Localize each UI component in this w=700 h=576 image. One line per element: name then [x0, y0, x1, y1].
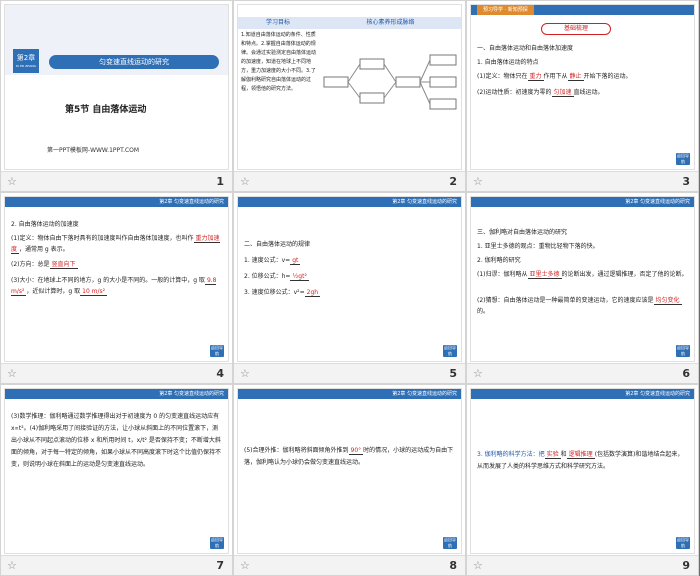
- displacement-formula: 2. 位移公式：h= ½gt²: [244, 273, 309, 281]
- velocity-displacement-formula: 3. 速度位移公式：v²= 2gh: [244, 289, 321, 297]
- magnitude-text: (3)大小：在地球上不同的地方，g 的大小是不同的。一般的计算中，g 取 9.8 …: [11, 277, 217, 296]
- slide-header-bar: 第2章 匀变速直线运动的研究: [5, 197, 228, 207]
- col-core-header: 核心素养形成脉络: [318, 17, 461, 29]
- section-title: 第5节 自由落体运动: [65, 105, 147, 115]
- slide-4: 第2章 匀变速直线运动的研究 2. 自由落体运动的加速度 (1)定义：物体自由下…: [4, 196, 229, 362]
- star-icon[interactable]: ☆: [473, 367, 483, 380]
- slide-header-bar: 第2章 匀变速直线运动的研究: [238, 197, 461, 207]
- star-icon[interactable]: ☆: [473, 559, 483, 572]
- slide-thumb-8[interactable]: 第2章 匀变速直线运动的研究 (5)合理外推：伽利略将斜面倾角外推到 90° 时的情…: [233, 384, 466, 576]
- star-icon[interactable]: ☆: [473, 175, 483, 188]
- slide-thumb-7[interactable]: 第2章 匀变速直线运动的研究 (3)数学推理：伽利略通过数学推理得出对于初速度为…: [0, 384, 233, 576]
- back-nav-button[interactable]: 返回导航: [210, 537, 224, 549]
- back-nav-button[interactable]: 返回导航: [443, 345, 457, 357]
- definition-text: (1)定义：物体自由下落时具有的加速度叫作自由落体加速度，也叫作 重力加速度 ，通常…: [11, 235, 220, 254]
- goals-text: 1.知道自由落体运动的条件、性质和特点。2.掌握自由落体运动的规律。会通过实验测…: [241, 32, 317, 92]
- slide-thumb-4[interactable]: 第2章 匀变速直线运动的研究 2. 自由落体运动的加速度 (1)定义：物体自由下…: [0, 192, 233, 384]
- caption: ☆ 7: [1, 555, 232, 575]
- slide-thumb-6[interactable]: 第2章 匀变速直线运动的研究 三、伽利略对自由落体运动的研究 1. 亚里士多德的…: [466, 192, 699, 384]
- slide-number: 2: [449, 175, 457, 188]
- property-line: (2)运动性质：初速度为零的 匀加速 直线运动。: [477, 89, 604, 97]
- chapter-title: 匀变速直线运动的研究: [49, 55, 219, 69]
- aristotle-view: 1. 亚里士多德的观点：重物比轻物下落的快。: [477, 243, 599, 250]
- star-icon[interactable]: ☆: [240, 175, 250, 188]
- caption: ☆ 8: [234, 555, 465, 575]
- basics-heading: 基础梳理: [541, 23, 611, 35]
- caption: ☆ 5: [234, 363, 465, 383]
- caption: ☆ 4: [1, 363, 232, 383]
- star-icon[interactable]: ☆: [7, 559, 17, 572]
- slide-number: 4: [216, 367, 224, 380]
- reductio-text: (1)归谬：伽利略从 亚里士多德 的论断出发，通过逻辑推理，否定了他的论断。: [477, 271, 688, 279]
- slide-6: 第2章 匀变速直线运动的研究 三、伽利略对自由落体运动的研究 1. 亚里士多德的…: [470, 196, 695, 362]
- slide-thumb-3[interactable]: 预习导学 · 新知预探 基础梳理 一、自由落体运动和自由落体加速度 1. 自由落…: [466, 0, 699, 192]
- star-icon[interactable]: ☆: [7, 367, 17, 380]
- slide-header-bar: 第2章 匀变速直线运动的研究: [471, 389, 694, 399]
- sub-heading: 二、自由落体运动的规律: [244, 241, 311, 248]
- back-nav-button[interactable]: 返回导航: [443, 537, 457, 549]
- footer-text: 第一PPT模板网-WWW.1PPT.COM: [47, 147, 140, 154]
- direction-text: (2)方向：总是 竖直向下: [11, 261, 78, 269]
- slide-number: 3: [682, 175, 690, 188]
- star-icon[interactable]: ☆: [7, 175, 17, 188]
- back-nav-button[interactable]: 返回导航: [676, 345, 690, 357]
- slide-2: 学习目标 核心素养形成脉络 1.知道自由落体运动的条件、性质和特点。2.掌握自由…: [237, 4, 462, 170]
- slide-grid: 第2章 DI ER ZHANG 匀变速直线运动的研究 第5节 自由落体运动 第一…: [0, 0, 700, 576]
- back-nav-button[interactable]: 返回导航: [210, 345, 224, 357]
- slide-5: 第2章 匀变速直线运动的研究 二、自由落体运动的规律 1. 速度公式：v= gt …: [237, 196, 462, 362]
- preview-tab: 预习导学 · 新知预探: [477, 5, 534, 15]
- slide-thumb-1[interactable]: 第2章 DI ER ZHANG 匀变速直线运动的研究 第5节 自由落体运动 第一…: [0, 0, 233, 192]
- slide-number: 6: [682, 367, 690, 380]
- col-goals-header: 学习目标: [238, 17, 318, 29]
- caption: ☆ 6: [467, 363, 698, 383]
- section-heading: 三、伽利略对自由落体运动的研究: [477, 229, 568, 236]
- slide-number: 8: [449, 559, 457, 572]
- star-icon[interactable]: ☆: [240, 367, 250, 380]
- slide-7: 第2章 匀变速直线运动的研究 (3)数学推理：伽利略通过数学推理得出对于初速度为…: [4, 388, 229, 554]
- caption: ☆ 1: [1, 171, 232, 191]
- slide-number: 5: [449, 367, 457, 380]
- slide-header-bar: 第2章 匀变速直线运动的研究: [5, 389, 228, 399]
- hypothesis-text: (2)猜想：自由落体运动是一种最简单的变速运动，它的速度应该是 均匀变化的。: [477, 297, 682, 315]
- method-text: 3. 伽利略的科学方法：把 实验和逻辑推理 (包括数学演算)和谐地结合起来，从而发展…: [477, 451, 684, 470]
- section-heading: 一、自由落体运动和自由落体加速度: [477, 45, 574, 52]
- slide-9: 第2章 匀变速直线运动的研究 3. 伽利略的科学方法：把 实验和逻辑推理 (包括数学…: [470, 388, 695, 554]
- slide-1: 第2章 DI ER ZHANG 匀变速直线运动的研究 第5节 自由落体运动 第一…: [4, 4, 229, 170]
- chapter-badge: 第2章 DI ER ZHANG: [13, 49, 39, 73]
- back-nav-button[interactable]: 返回导航: [676, 537, 690, 549]
- slide-number: 1: [216, 175, 224, 188]
- sub-heading: 1. 自由落体运动的特点: [477, 59, 539, 66]
- slide-number: 7: [216, 559, 224, 572]
- caption: ☆ 9: [467, 555, 698, 575]
- velocity-formula: 1. 速度公式：v= gt: [244, 257, 301, 265]
- slide-thumb-2[interactable]: 学习目标 核心素养形成脉络 1.知道自由落体运动的条件、性质和特点。2.掌握自由…: [233, 0, 466, 192]
- reasoning-text: (3)数学推理：伽利略通过数学推理得出对于初速度为 0 的匀变速直线运动应有 x…: [11, 413, 222, 468]
- slide-3: 预习导学 · 新知预探 基础梳理 一、自由落体运动和自由落体加速度 1. 自由落…: [470, 4, 695, 170]
- slide-thumb-5[interactable]: 第2章 匀变速直线运动的研究 二、自由落体运动的规律 1. 速度公式：v= gt …: [233, 192, 466, 384]
- slide-8: 第2章 匀变速直线运动的研究 (5)合理外推：伽利略将斜面倾角外推到 90° 时的情…: [237, 388, 462, 554]
- extrapolation-text: (5)合理外推：伽利略将斜面倾角外推到 90° 时的情况，小球的运动成为自由下落，伽…: [244, 447, 454, 466]
- galileo-heading: 2. 伽利略的研究: [477, 257, 521, 264]
- slide-number: 9: [682, 559, 690, 572]
- slide-header-bar: 第2章 匀变速直线运动的研究: [238, 389, 461, 399]
- caption: ☆ 2: [234, 171, 465, 191]
- definition-line: (1)定义：物体只在 重力 作用下从 静止 开始下落的运动。: [477, 73, 632, 81]
- star-icon[interactable]: ☆: [240, 559, 250, 572]
- concept-diagram: [323, 54, 457, 110]
- sub-heading: 2. 自由落体运动的加速度: [11, 221, 79, 228]
- slide-thumb-9[interactable]: 第2章 匀变速直线运动的研究 3. 伽利略的科学方法：把 实验和逻辑推理 (包括数学…: [466, 384, 699, 576]
- slide-header-bar: 第2章 匀变速直线运动的研究: [471, 197, 694, 207]
- back-nav-button[interactable]: 返回导航: [676, 153, 690, 165]
- caption: ☆ 3: [467, 171, 698, 191]
